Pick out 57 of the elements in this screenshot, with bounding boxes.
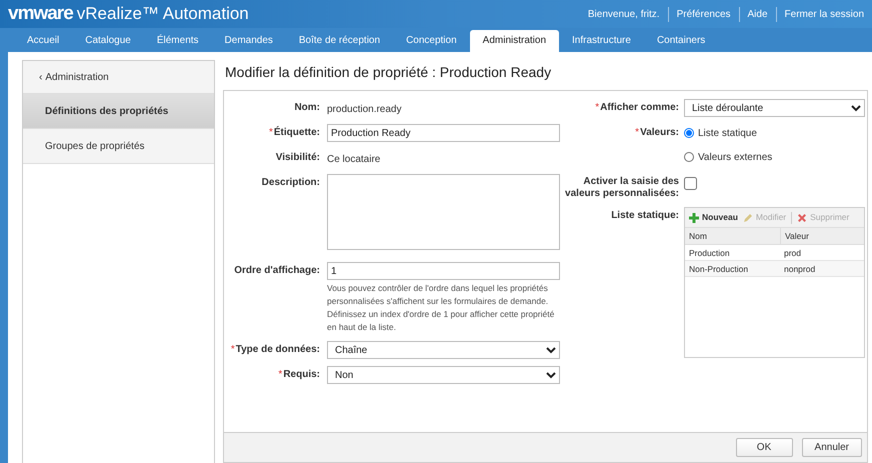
header-link[interactable]: Aide	[738, 6, 776, 22]
column-header: Valeur	[780, 228, 864, 245]
page-title: Modifier la définition de propriété : Production Ready	[225, 63, 552, 82]
text-field[interactable]: Production Ready	[327, 124, 560, 142]
field-value: production.ready	[327, 103, 402, 117]
dropdown[interactable]: Chaîne	[327, 341, 560, 359]
footer-button[interactable]: Annuler	[802, 438, 862, 457]
field-label: Liste statique:	[610, 209, 679, 223]
back-chevron-icon: ‹	[39, 72, 42, 83]
header-link[interactable]: Fermer la session	[776, 6, 872, 22]
description-field[interactable]	[327, 174, 560, 250]
column-header: Nom	[688, 230, 708, 243]
sidebar-item[interactable]: Groupes de propriétés	[23, 129, 214, 164]
header-link[interactable]: Préférences	[668, 6, 739, 22]
table-cell-text: prod	[783, 247, 802, 260]
x-icon	[797, 212, 808, 222]
radio-option[interactable]: Valeurs externes	[684, 148, 865, 166]
toolbar-button[interactable]: Nouveau	[689, 211, 738, 224]
radio-option[interactable]: Liste statique	[684, 124, 865, 142]
field-label: *Requis:	[277, 368, 320, 382]
table-cell-text: Non-Production	[688, 263, 750, 276]
logo: vmware	[7, 2, 73, 26]
help-text: Vous pouvez contrôler de l'ordre dans lequel les propriétés personnalisées s'affichent sur les formulaires de demande. Définissez un index d'ordre de 1 pour afficher cette propriété en haut de la liste.	[327, 282, 556, 334]
nav-tab[interactable]: Conception	[393, 30, 470, 52]
field-label: *Type de données:	[230, 343, 320, 357]
field-label: Activer la saisie des valeurs personnalisées:	[564, 175, 679, 200]
plus-icon	[689, 212, 699, 222]
footer-button[interactable]: OK	[736, 438, 793, 457]
nav-tab[interactable]: Infrastructure	[559, 30, 644, 52]
table-cell-text: Production	[688, 247, 731, 260]
product-name: vRealize™ Automation	[76, 3, 249, 25]
nav-tab[interactable]: Éléments	[144, 30, 212, 52]
nav-tab[interactable]: Accueil	[14, 30, 72, 52]
nav-tab[interactable]: Demandes	[212, 30, 286, 52]
dropdown[interactable]: Liste déroulante	[684, 99, 865, 117]
radio-button[interactable]	[684, 128, 694, 138]
field-label: Visibilité:	[274, 151, 320, 165]
table-cell-text: nonprod	[783, 263, 816, 276]
field-label: *Valeurs:	[634, 126, 679, 140]
back-link[interactable]: ‹ Administration	[23, 61, 214, 94]
field-label: Ordre d'affichage:	[233, 264, 320, 278]
sidebar-item[interactable]: Définitions des propriétés	[23, 94, 214, 129]
field-label: Description:	[260, 176, 320, 190]
nav-tab[interactable]: Containers	[644, 30, 718, 52]
nav-tab[interactable]: Boîte de réception	[286, 30, 394, 52]
number-field[interactable]: 1	[327, 262, 560, 280]
nav-tab[interactable]: Administration	[470, 30, 560, 52]
checkbox[interactable]	[684, 177, 697, 190]
field-value: Ce locataire	[327, 153, 382, 167]
welcome-text: Bienvenue, fritz.	[586, 8, 661, 22]
nav-tab[interactable]: Catalogue	[72, 30, 144, 52]
field-label: Nom:	[293, 101, 320, 115]
field-label: *Afficher comme:	[594, 101, 679, 115]
field-label: *Étiquette:	[268, 125, 320, 140]
radio-button[interactable]	[684, 152, 694, 162]
dropdown[interactable]: Non	[327, 366, 560, 384]
pencil-icon	[742, 212, 753, 222]
